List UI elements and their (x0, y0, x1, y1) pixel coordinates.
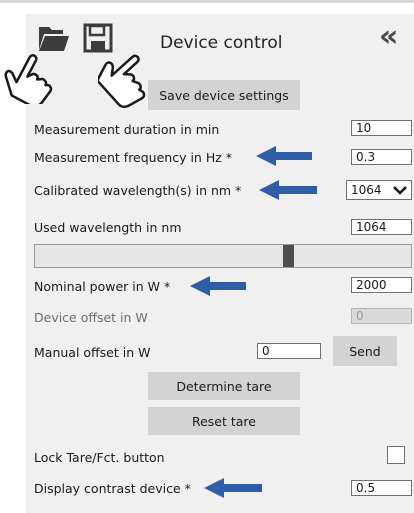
arrow-left-icon (256, 146, 312, 166)
measurement-frequency-input[interactable] (351, 149, 412, 165)
device-offset-input (351, 308, 412, 324)
calibrated-wavelength-select[interactable]: 1064 (346, 180, 412, 200)
wavelength-slider[interactable] (34, 244, 412, 268)
nominal-power-input[interactable] (351, 277, 412, 293)
slider-thumb[interactable] (283, 245, 294, 267)
measurement-duration-label: Measurement duration in min (34, 122, 220, 137)
arrow-left-icon (190, 276, 246, 296)
lock-tare-checkbox[interactable] (387, 446, 405, 464)
used-wavelength-label: Used wavelength in nm (34, 220, 182, 235)
collapse-panel-icon[interactable]: « (379, 22, 399, 52)
manual-offset-input[interactable] (257, 343, 321, 359)
measurement-duration-input[interactable] (351, 120, 412, 136)
top-divider (0, 0, 414, 3)
manual-offset-label: Manual offset in W (34, 345, 151, 360)
arrow-left-icon (204, 478, 262, 498)
arrow-left-icon (259, 180, 317, 200)
page-title: Device control (160, 33, 283, 53)
calibrated-wavelength-value: 1064 (351, 183, 382, 197)
send-button[interactable]: Send (333, 336, 397, 366)
determine-tare-button[interactable]: Determine tare (148, 372, 300, 400)
save-device-settings-button[interactable]: Save device settings (148, 80, 300, 110)
measurement-frequency-label: Measurement frequency in Hz * (34, 150, 233, 165)
used-wavelength-input[interactable] (351, 219, 412, 235)
calibrated-wavelength-label: Calibrated wavelength(s) in nm * (34, 183, 242, 198)
reset-tare-button[interactable]: Reset tare (148, 407, 300, 435)
display-contrast-input[interactable] (351, 480, 412, 496)
device-offset-label: Device offset in W (34, 310, 148, 325)
chevron-down-icon (393, 186, 407, 195)
nominal-power-label: Nominal power in W * (34, 279, 171, 294)
lock-tare-label: Lock Tare/Fct. button (34, 450, 165, 465)
display-contrast-label: Display contrast device * (34, 481, 191, 496)
hand-pointer-icon (4, 54, 53, 104)
